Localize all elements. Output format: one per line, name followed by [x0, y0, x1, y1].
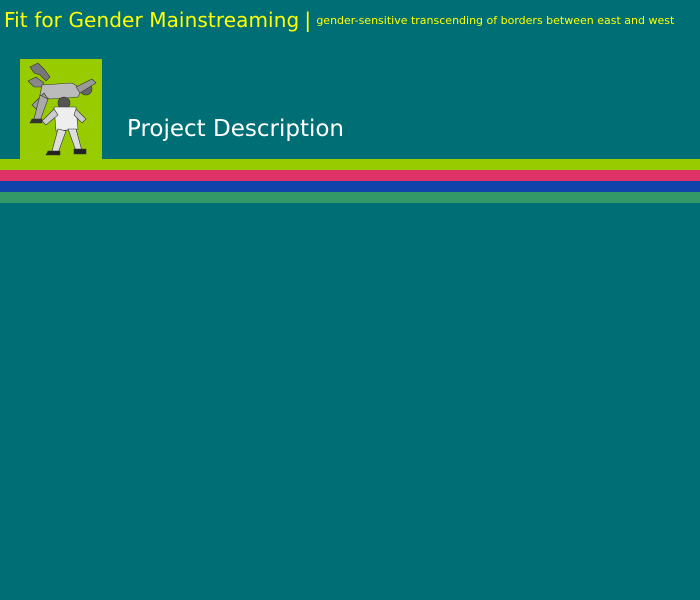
- logo-image: [20, 59, 102, 159]
- divider-stripe-teal-green: [0, 192, 700, 203]
- dancers-photo-icon: [27, 62, 97, 156]
- title-separator: |: [304, 8, 312, 32]
- site-subtitle: gender-sensitive transcending of borders…: [316, 14, 675, 27]
- page-title: Project Description: [127, 116, 344, 142]
- divider-stripe-green: [0, 159, 700, 170]
- divider-stripe-blue: [0, 181, 700, 192]
- site-title: Fit for Gender Mainstreaming: [4, 8, 300, 32]
- page: Fit for Gender Mainstreaming | gender-se…: [0, 0, 700, 600]
- site-header: Fit for Gender Mainstreaming | gender-se…: [4, 8, 674, 32]
- divider-stripe-pink: [0, 170, 700, 181]
